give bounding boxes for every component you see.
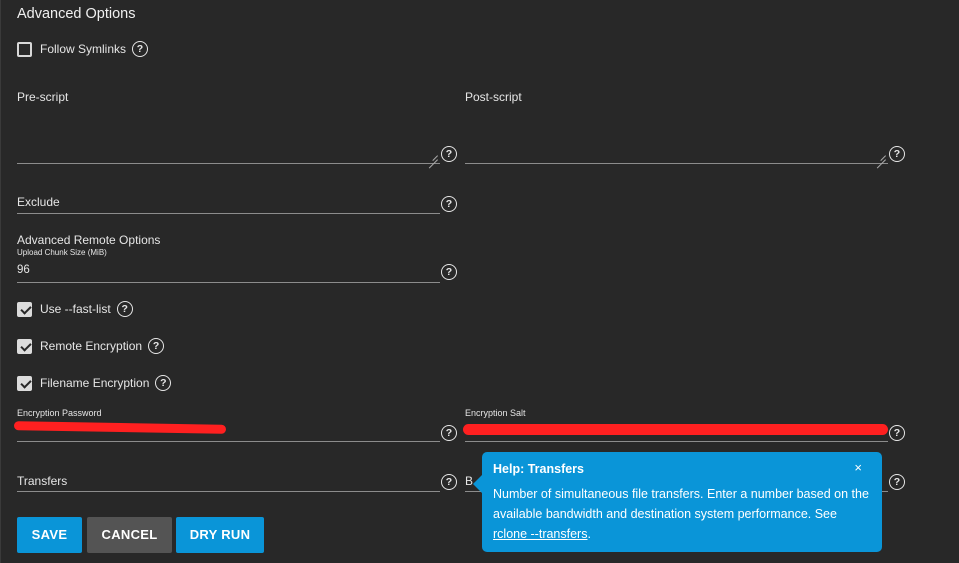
post-script-help-icon[interactable]: ? <box>889 146 905 162</box>
encryption-salt-label: Encryption Salt <box>465 408 526 418</box>
checkbox-checked-icon[interactable] <box>17 338 32 354</box>
rclone-transfers-link[interactable]: rclone --transfers <box>493 527 587 541</box>
help-icon[interactable]: ? <box>155 375 172 391</box>
resize-handle-icon[interactable] <box>428 150 438 160</box>
upload-chunk-help-icon[interactable]: ? <box>441 264 457 280</box>
exclude-underline <box>17 213 440 214</box>
checkbox-checked-icon[interactable] <box>17 301 32 317</box>
exclude-help-icon[interactable]: ? <box>441 196 457 212</box>
redaction-mark <box>463 424 888 435</box>
exclude-input[interactable] <box>17 190 440 214</box>
encryption-salt-help-icon[interactable]: ? <box>889 425 905 441</box>
tooltip-suffix: . <box>587 527 591 541</box>
tooltip-arrow <box>473 475 482 493</box>
encryption-password-underline <box>17 441 440 442</box>
tooltip-text: Number of simultaneous file transfers. E… <box>493 487 869 521</box>
encryption-password-label: Encryption Password <box>17 408 102 418</box>
help-icon[interactable]: ? <box>132 41 149 57</box>
close-icon[interactable]: × <box>854 460 862 475</box>
fast-list-label: Use --fast-list <box>40 302 111 316</box>
dry-run-button[interactable]: DRY RUN <box>176 517 264 553</box>
cancel-button[interactable]: CANCEL <box>87 517 172 553</box>
transfers-help-icon[interactable]: ? <box>441 474 457 490</box>
upload-chunk-underline <box>17 282 440 283</box>
pre-script-label: Pre-script <box>17 90 69 104</box>
filename-encryption-label: Filename Encryption <box>40 376 150 390</box>
follow-symlinks-label: Follow Symlinks <box>40 42 127 56</box>
help-tooltip: Help: Transfers × Number of simultaneous… <box>473 452 882 552</box>
filename-encryption-checkbox[interactable]: Filename Encryption ? <box>17 375 172 391</box>
help-icon[interactable]: ? <box>116 301 133 317</box>
follow-symlinks-checkbox[interactable]: Follow Symlinks ? <box>17 41 149 57</box>
resize-handle-icon[interactable] <box>876 150 886 160</box>
tooltip-body: Number of simultaneous file transfers. E… <box>493 484 870 544</box>
transfers-input[interactable] <box>17 470 440 492</box>
transfers-underline <box>17 491 440 492</box>
bandwidth-label: B <box>465 474 474 488</box>
save-button[interactable]: SAVE <box>17 517 82 553</box>
post-script-underline <box>465 163 888 164</box>
fast-list-checkbox[interactable]: Use --fast-list ? <box>17 301 133 317</box>
encryption-salt-underline <box>465 441 888 442</box>
pre-script-help-icon[interactable]: ? <box>441 146 457 162</box>
panel-edge <box>0 0 1 563</box>
remote-options-title: Advanced Remote Options <box>17 233 161 247</box>
checkbox-unchecked-icon[interactable] <box>17 41 32 57</box>
remote-encryption-label: Remote Encryption <box>40 339 143 353</box>
section-title: Advanced Options <box>17 6 136 22</box>
tooltip-title: Help: Transfers <box>493 462 585 476</box>
post-script-textarea[interactable] <box>465 108 888 163</box>
pre-script-textarea[interactable] <box>17 108 440 163</box>
pre-script-underline <box>17 163 440 164</box>
bandwidth-help-icon[interactable]: ? <box>889 474 905 490</box>
remote-encryption-checkbox[interactable]: Remote Encryption ? <box>17 338 165 354</box>
post-script-label: Post-script <box>465 90 522 104</box>
encryption-password-help-icon[interactable]: ? <box>441 425 457 441</box>
checkbox-checked-icon[interactable] <box>17 375 32 391</box>
help-icon[interactable]: ? <box>148 338 165 354</box>
upload-chunk-label: Upload Chunk Size (MiB) <box>17 248 107 257</box>
upload-chunk-input[interactable]: 96 <box>17 264 30 276</box>
